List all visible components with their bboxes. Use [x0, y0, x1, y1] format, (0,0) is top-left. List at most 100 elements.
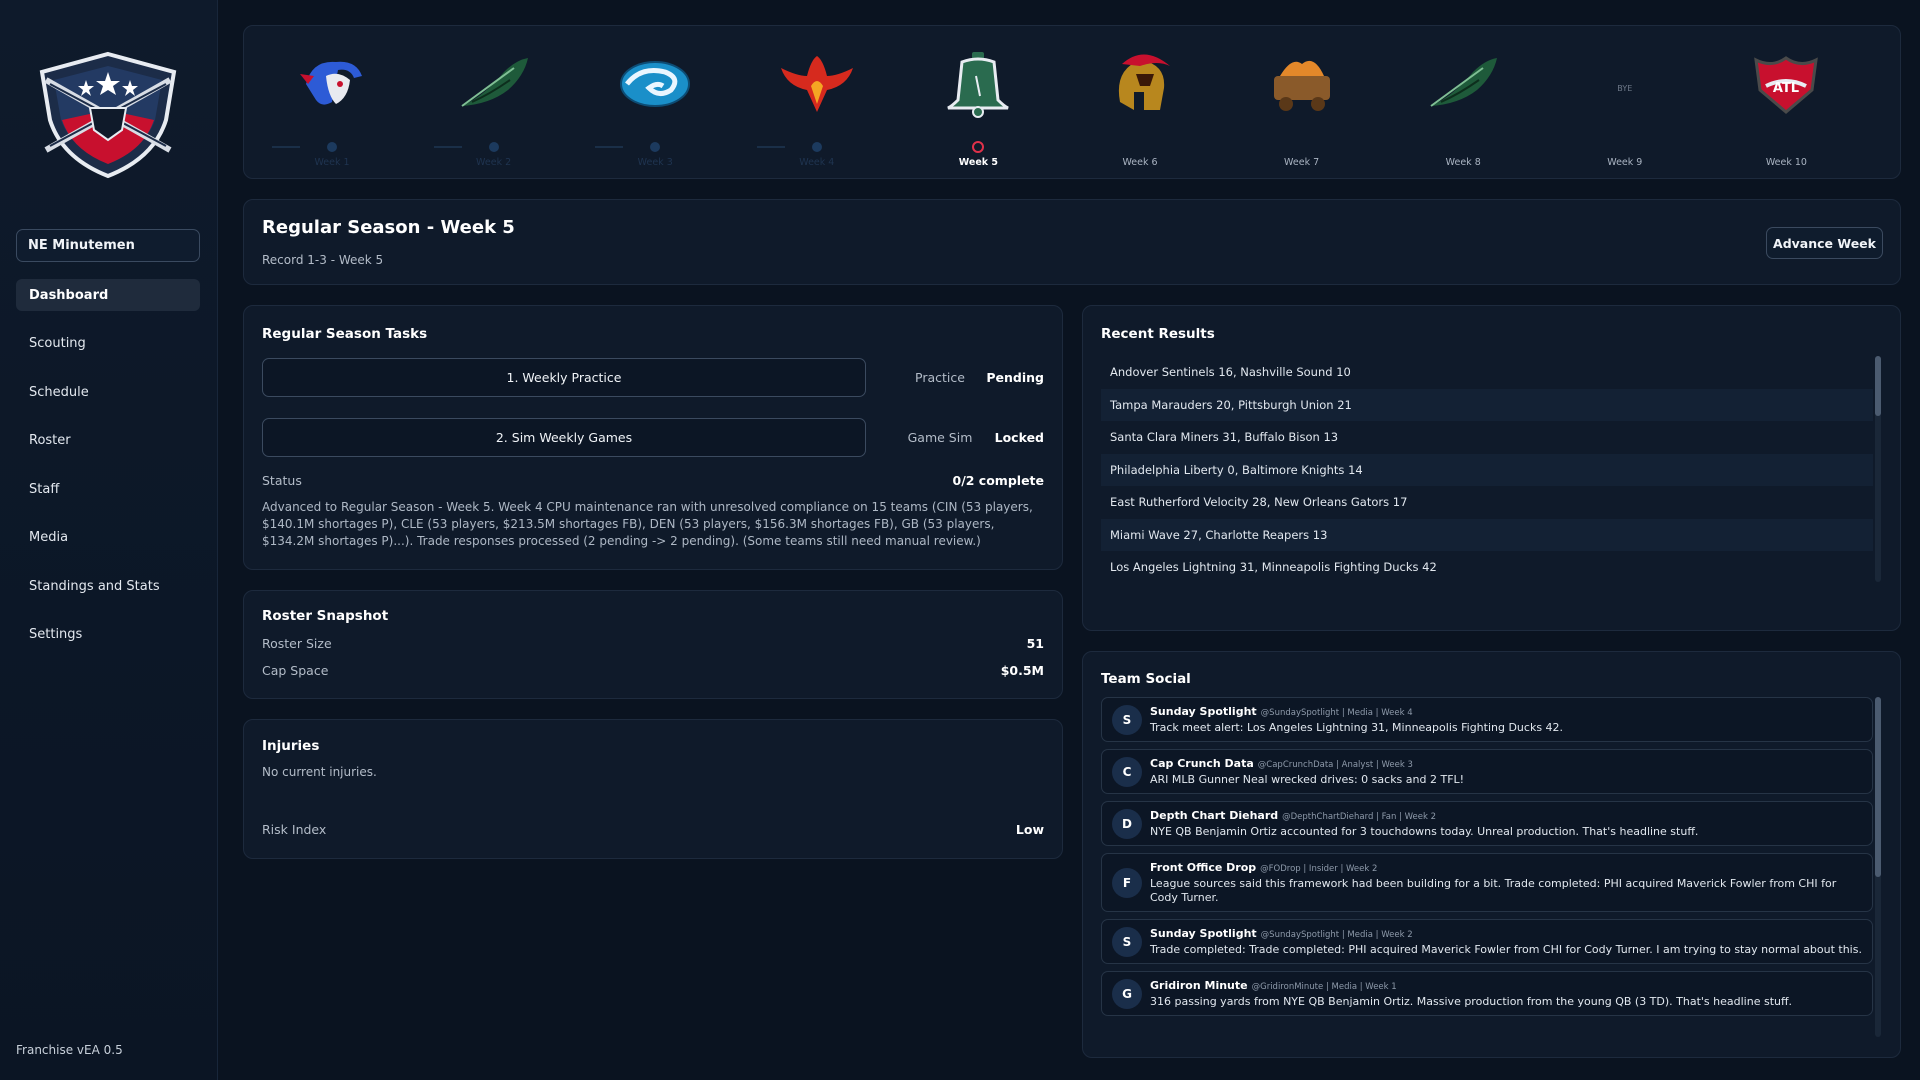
week-label: Week 9	[1607, 157, 1643, 168]
social-post[interactable]: F Front Office Drop @FODrop | Insider | We…	[1101, 853, 1873, 912]
team-selector[interactable]: NE Minutemen	[16, 229, 200, 262]
week-item-6[interactable]: Week 6	[1080, 26, 1200, 180]
week-item-10[interactable]: ATL Week 10	[1726, 26, 1846, 180]
green-feather-icon	[461, 58, 528, 107]
results-scrollbar[interactable]	[1875, 356, 1881, 582]
roster-snapshot-panel: Roster Snapshot Roster Size 51 Cap Space…	[243, 590, 1063, 699]
tasks-title: Regular Season Tasks	[262, 326, 428, 342]
social-title: Team Social	[1101, 671, 1191, 687]
task-kind-label: Practice	[915, 370, 965, 385]
week-item-5[interactable]: Week 5	[918, 26, 1038, 180]
social-post[interactable]: D Depth Chart Diehard @DepthChartDiehard |…	[1101, 801, 1873, 846]
week-label: Week 4	[799, 157, 835, 168]
week-item-3[interactable]: Week 3	[595, 26, 715, 180]
advance-week-button[interactable]: Advance Week	[1766, 227, 1883, 259]
svg-text:ATL: ATL	[1773, 81, 1799, 96]
schedule-week-strip: Week 1 Week 2 Week 3 Week 4 Week 5 Week 6 Week…	[243, 25, 1901, 179]
avatar: C	[1112, 756, 1142, 787]
post-author[interactable]: Sunday Spotlight	[1150, 927, 1257, 940]
week-item-2[interactable]: Week 2	[434, 26, 554, 180]
week-label: Week 1	[314, 157, 350, 168]
avatar: G	[1112, 978, 1142, 1009]
roster-size-label: Roster Size	[262, 636, 332, 651]
social-post[interactable]: C Cap Crunch Data @CapCrunchData | Analyst…	[1101, 749, 1873, 794]
week-label: Week 7	[1284, 157, 1320, 168]
week-item-8[interactable]: Week 8	[1403, 26, 1523, 180]
sidebar-item-scouting[interactable]: Scouting	[16, 328, 200, 360]
post-author[interactable]: Gridiron Minute	[1150, 979, 1248, 992]
sidebar: NE Minutemen Dashboard Scouting Schedule Ro…	[0, 0, 218, 1080]
avatar: D	[1112, 808, 1142, 839]
sim-weekly-games-button[interactable]: 2. Sim Weekly Games	[262, 418, 866, 457]
post-meta: @GridironMinute | Media | Week 1	[1251, 982, 1397, 992]
post-author[interactable]: Sunday Spotlight	[1150, 705, 1257, 718]
post-text: ARI MLB Gunner Neal wrecked drives: 0 sa…	[1150, 773, 1465, 786]
record-subtitle: Record 1-3 - Week 5	[262, 253, 384, 267]
weekly-practice-button[interactable]: 1. Weekly Practice	[262, 358, 866, 397]
sidebar-item-dashboard[interactable]: Dashboard	[16, 279, 200, 311]
cap-space-label: Cap Space	[262, 663, 329, 678]
green-feather-icon	[1430, 58, 1498, 107]
miner-cart-icon	[1273, 60, 1330, 111]
week-label: Week 5	[958, 157, 999, 168]
phoenix-icon	[780, 56, 853, 112]
week-item-1[interactable]: Week 1	[272, 26, 392, 180]
injuries-title: Injuries	[262, 738, 320, 754]
post-author[interactable]: Cap Crunch Data	[1150, 757, 1254, 770]
post-text: Trade completed: Trade completed: PHI ac…	[1150, 943, 1862, 956]
result-row: East Rutherford Velocity 28, New Orleans…	[1110, 495, 1408, 510]
week-label: Week 3	[637, 157, 673, 168]
results-scroll-thumb[interactable]	[1875, 356, 1881, 416]
sidebar-item-schedule[interactable]: Schedule	[16, 376, 200, 408]
sidebar-item-media[interactable]: Media	[16, 522, 200, 554]
week-progress-dot	[488, 142, 499, 152]
post-meta: @FODrop | Insider | Week 2	[1260, 864, 1378, 874]
post-author[interactable]: Front Office Drop	[1150, 861, 1256, 874]
result-row: Philadelphia Liberty 0, Baltimore Knight…	[1101, 453, 1873, 486]
post-header: Gridiron Minute @GridironMinute | Media |…	[1150, 978, 1862, 995]
task-state-badge: Locked	[994, 430, 1044, 445]
week-progress-dot	[327, 142, 337, 152]
liberty-bell-icon	[947, 52, 1010, 118]
status-message: Advanced to Regular Season - Week 5. Wee…	[262, 500, 1033, 548]
task-kind-label: Game Sim	[907, 430, 973, 445]
week-progress-dot	[811, 142, 822, 152]
results-title: Recent Results	[1101, 326, 1215, 342]
sidebar-item-staff[interactable]: Staff	[16, 473, 200, 505]
week-connector	[272, 146, 300, 148]
result-row: Andover Sentinels 16, Nashville Sound 10	[1110, 365, 1351, 380]
status-label: Status	[262, 473, 302, 488]
week-connector	[433, 146, 462, 148]
result-row: Los Angeles Lightning 31, Minneapolis Fi…	[1110, 560, 1437, 575]
injuries-text: No current injuries.	[262, 765, 377, 779]
post-author[interactable]: Depth Chart Diehard	[1150, 809, 1278, 822]
risk-index-label: Risk Index	[262, 822, 327, 837]
post-header: Cap Crunch Data @CapCrunchData | Analyst …	[1150, 756, 1862, 773]
social-scrollbar[interactable]	[1875, 697, 1881, 1037]
wave-icon	[620, 61, 691, 107]
page-title: Regular Season - Week 5	[262, 217, 515, 238]
week-progress-dot	[972, 141, 985, 153]
spartan-helmet-icon	[1118, 54, 1170, 110]
week-connector	[595, 146, 624, 148]
social-post[interactable]: S Sunday Spotlight @SundaySpotlight | Medi…	[1101, 919, 1873, 964]
week-item-9[interactable]: BYE Week 9	[1565, 26, 1685, 180]
social-scroll-thumb[interactable]	[1875, 697, 1881, 877]
avatar: S	[1112, 704, 1142, 735]
avatar: F	[1112, 867, 1142, 898]
social-post[interactable]: S Sunday Spotlight @SundaySpotlight | Medi…	[1101, 697, 1873, 742]
week-item-7[interactable]: Week 7	[1242, 26, 1362, 180]
sidebar-item-settings[interactable]: Settings	[16, 619, 200, 651]
sidebar-item-roster[interactable]: Roster	[16, 425, 200, 457]
post-header: Sunday Spotlight @SundaySpotlight | Media…	[1150, 704, 1862, 721]
social-post[interactable]: G Gridiron Minute @GridironMinute | Media …	[1101, 971, 1873, 1016]
task-state-badge: Pending	[986, 370, 1044, 385]
post-text: NYE QB Benjamin Ortiz accounted for 3 to…	[1150, 825, 1699, 838]
week-label: Week 10	[1765, 157, 1807, 168]
week-progress-dot	[650, 142, 661, 152]
recent-results-panel: Recent Results Andover Sentinels 16, Nas…	[1082, 305, 1901, 631]
sidebar-item-standings-and-stats[interactable]: Standings and Stats	[16, 570, 200, 602]
week-item-4[interactable]: Week 4	[757, 26, 877, 180]
version-label: Franchise vEA 0.5	[16, 1043, 123, 1057]
week-connector	[756, 146, 785, 148]
